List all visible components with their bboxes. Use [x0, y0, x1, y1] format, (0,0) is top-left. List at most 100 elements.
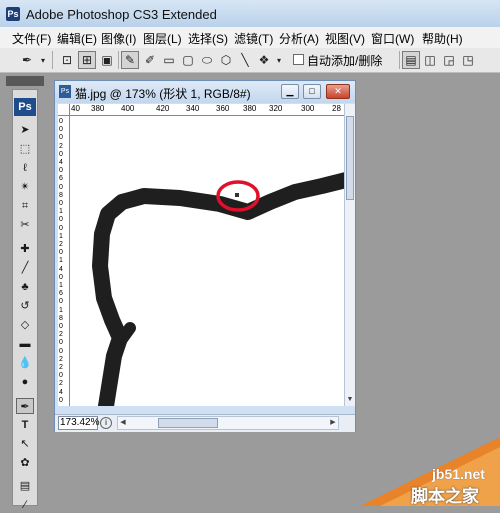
- ruler-h-label: 420: [156, 104, 170, 113]
- ruler-h-label: 340: [186, 104, 200, 113]
- eraser-tool-icon[interactable]: ◇: [16, 317, 34, 333]
- lasso-tool-icon[interactable]: ℓ: [16, 160, 34, 176]
- menu-layer[interactable]: 图层(L): [143, 30, 182, 47]
- ruler-v-label: 0: [59, 372, 63, 380]
- marquee-tool-icon[interactable]: ⬚: [16, 141, 34, 157]
- brush-tool-icon[interactable]: ╱: [16, 260, 34, 276]
- vertical-ruler[interactable]: 00020406080100120140160180200220240: [58, 116, 70, 406]
- path-intersect-icon[interactable]: ◲: [440, 51, 458, 69]
- move-tool-icon[interactable]: ➤: [16, 122, 34, 138]
- ruler-v-label: 4: [59, 265, 63, 273]
- minimize-button[interactable]: ▁: [281, 84, 299, 99]
- polygon-shape-icon[interactable]: ⬡: [217, 51, 235, 69]
- path-subtract-icon[interactable]: ◫: [421, 51, 439, 69]
- maximize-button[interactable]: □: [303, 84, 321, 99]
- document-title-bar[interactable]: Ps 猫.jpg @ 173% (形状 1, RGB/8#) ▁ □ ✕: [55, 81, 355, 103]
- slice-tool-icon[interactable]: ✂: [16, 217, 34, 233]
- ruler-v-label: 6: [59, 175, 63, 183]
- menu-image[interactable]: 图像(I): [101, 30, 136, 47]
- ruler-v-label: 8: [59, 191, 63, 199]
- separator: [118, 51, 119, 69]
- zoom-level-field[interactable]: 173.42%: [58, 416, 99, 430]
- ellipse-shape-icon[interactable]: ⬭: [198, 51, 216, 69]
- horizontal-ruler[interactable]: 40 380 400 420 340 360 380 320 300 28: [70, 104, 344, 116]
- menu-filter[interactable]: 滤镜(T): [234, 30, 273, 47]
- pen-preset-icon[interactable]: ✒: [18, 51, 36, 69]
- auto-add-delete-checkbox[interactable]: [293, 54, 304, 65]
- ruler-origin[interactable]: [58, 104, 70, 116]
- ruler-v-label: 0: [59, 224, 63, 232]
- tools-panel-header[interactable]: [6, 76, 44, 86]
- line-shape-icon[interactable]: ╲: [236, 51, 254, 69]
- ruler-v-label: 0: [59, 118, 63, 125]
- ruler-h-label: 320: [269, 104, 283, 113]
- image-canvas[interactable]: [70, 116, 344, 406]
- shape-layers-icon[interactable]: ⊡: [58, 51, 76, 69]
- ruler-v-label: 2: [59, 355, 63, 363]
- custom-shape-tool-icon[interactable]: ✿: [16, 455, 34, 471]
- scroll-left-icon[interactable]: ◀: [118, 417, 128, 429]
- ruler-v-label: 1: [59, 282, 63, 289]
- path-add-icon[interactable]: ▤: [402, 51, 420, 69]
- ruler-v-label: 0: [59, 396, 63, 404]
- geometry-options-dropdown-icon[interactable]: ▾: [274, 51, 284, 69]
- menu-analysis[interactable]: 分析(A): [279, 30, 319, 47]
- ruler-v-label: 0: [59, 134, 63, 142]
- pen-tool-option-icon[interactable]: ✎: [121, 51, 139, 69]
- dodge-tool-icon[interactable]: ●: [16, 374, 34, 390]
- pen-tool-icon[interactable]: ✒: [16, 398, 34, 414]
- menu-select[interactable]: 选择(S): [188, 30, 228, 47]
- gradient-tool-icon[interactable]: ▬: [16, 336, 34, 352]
- rectangle-shape-icon[interactable]: ▭: [160, 51, 178, 69]
- separator: [52, 51, 53, 69]
- type-tool-icon[interactable]: T: [16, 417, 34, 433]
- rounded-rectangle-icon[interactable]: ▢: [179, 51, 197, 69]
- horizontal-scrollbar[interactable]: ◀ ▶: [117, 416, 339, 430]
- path-selection-tool-icon[interactable]: ↖: [16, 436, 34, 452]
- scroll-down-icon[interactable]: ▼: [345, 394, 355, 405]
- healing-brush-tool-icon[interactable]: ✚: [16, 241, 34, 257]
- history-brush-tool-icon[interactable]: ↺: [16, 298, 34, 314]
- ruler-h-label: 400: [121, 104, 135, 113]
- vertical-scrollbar[interactable]: ▼: [344, 104, 355, 406]
- vertical-scroll-thumb[interactable]: [346, 116, 354, 200]
- ruler-v-label: 1: [59, 306, 63, 314]
- menu-file[interactable]: 文件(F): [12, 30, 51, 47]
- document-info-icon[interactable]: i: [100, 417, 112, 429]
- close-button[interactable]: ✕: [326, 84, 350, 99]
- photoshop-logo-icon: Ps: [6, 7, 20, 21]
- notes-tool-icon[interactable]: ▤: [16, 478, 34, 494]
- crop-tool-icon[interactable]: ⌗: [16, 198, 34, 214]
- scroll-right-icon[interactable]: ▶: [328, 417, 338, 429]
- menu-bar: 文件(F) 编辑(E) 图像(I) 图层(L) 选择(S) 滤镜(T) 分析(A…: [0, 27, 500, 49]
- ruler-v-label: 0: [59, 339, 63, 347]
- ruler-v-label: 4: [59, 388, 63, 396]
- menu-window[interactable]: 窗口(W): [371, 30, 414, 47]
- path-exclude-icon[interactable]: ◳: [459, 51, 477, 69]
- document-icon: Ps: [59, 85, 71, 98]
- ruler-v-label: 2: [59, 380, 63, 388]
- freeform-pen-icon[interactable]: ✐: [141, 51, 159, 69]
- ruler-h-label: 380: [243, 104, 257, 113]
- eyedropper-tool-icon[interactable]: ∕: [16, 497, 34, 513]
- preset-dropdown-icon[interactable]: ▾: [38, 51, 48, 69]
- anchor-point[interactable]: [235, 193, 239, 197]
- fill-pixels-icon[interactable]: ▣: [98, 51, 116, 69]
- ruler-v-label: 2: [59, 142, 63, 150]
- blur-tool-icon[interactable]: 💧: [16, 355, 34, 371]
- ruler-h-label: 28: [332, 104, 341, 113]
- ps-logo-icon[interactable]: Ps: [14, 98, 36, 116]
- menu-edit[interactable]: 编辑(E): [57, 30, 97, 47]
- ruler-v-label: 8: [59, 314, 63, 322]
- magic-wand-tool-icon[interactable]: ✴: [16, 179, 34, 195]
- menu-view[interactable]: 视图(V): [325, 30, 365, 47]
- clone-stamp-tool-icon[interactable]: ♣: [16, 279, 34, 295]
- menu-help[interactable]: 帮助(H): [422, 30, 463, 47]
- custom-shape-icon[interactable]: ❖: [255, 51, 273, 69]
- document-title: 猫.jpg @ 173% (形状 1, RGB/8#): [75, 87, 251, 101]
- ruler-v-label: 0: [59, 126, 63, 134]
- ruler-v-label: 0: [59, 167, 63, 175]
- horizontal-scroll-thumb[interactable]: [158, 418, 218, 428]
- paths-mode-icon[interactable]: ⊞: [78, 51, 96, 69]
- app-title: Adobe Photoshop CS3 Extended: [26, 7, 217, 22]
